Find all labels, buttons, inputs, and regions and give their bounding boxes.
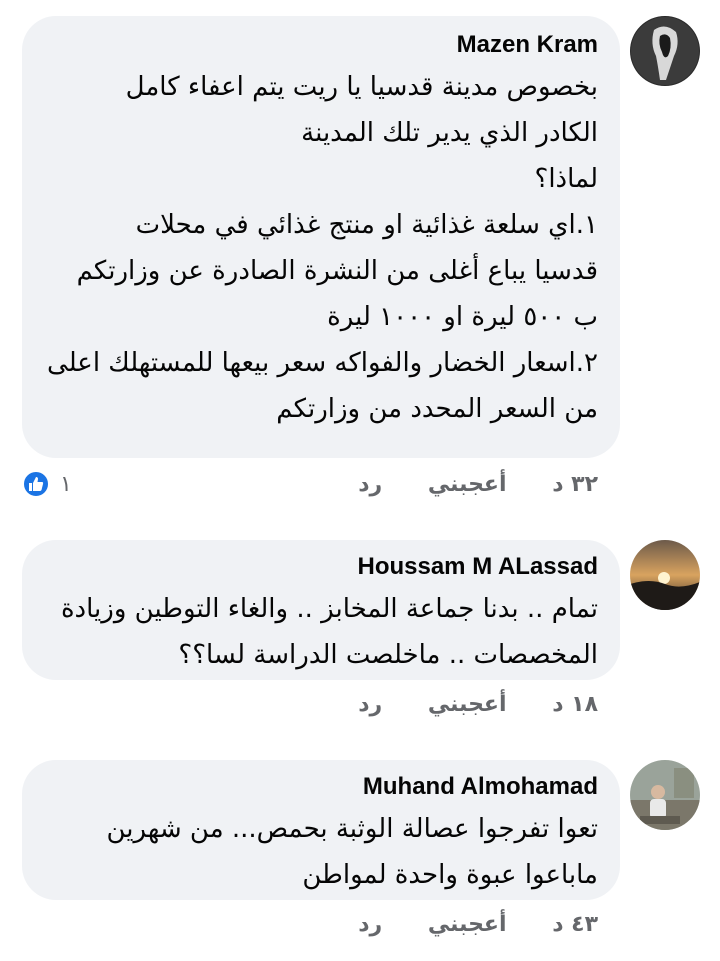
reply-button[interactable]: رد — [358, 692, 382, 717]
like-button[interactable]: أعجبني — [428, 472, 507, 497]
like-reaction-icon — [22, 470, 50, 498]
comment-actions: ٤٣ د أعجبني رد — [320, 912, 598, 937]
reaction-count: ١ — [60, 471, 72, 497]
comment-time[interactable]: ٣٢ د — [552, 472, 598, 497]
reply-button[interactable]: رد — [358, 912, 382, 937]
reaction-summary[interactable]: ١ — [22, 470, 72, 498]
avatar[interactable] — [630, 760, 700, 830]
comment-2: Houssam M ALassad تمام .. بدنا جماعة الم… — [0, 540, 720, 740]
comment-text: تمام .. بدنا جماعة المخابز .. والغاء الت… — [60, 594, 598, 670]
like-button[interactable]: أعجبني — [428, 692, 507, 717]
like-button[interactable]: أعجبني — [428, 912, 507, 937]
comment-1: Mazen Kram بخصوص مدينة قدسيا يا ريت يتم … — [0, 0, 720, 520]
comment-time[interactable]: ٤٣ د — [552, 912, 598, 937]
comment-bubble: Muhand Almohamad تعوا تفرجوا عصالة الوثب… — [22, 760, 620, 900]
comment-bubble: Houssam M ALassad تمام .. بدنا جماعة الم… — [22, 540, 620, 680]
comment-bubble: Mazen Kram بخصوص مدينة قدسيا يا ريت يتم … — [22, 16, 620, 458]
avatar[interactable] — [630, 540, 700, 610]
comment-text: تعوا تفرجوا عصالة الوثبة بحمص... من شهري… — [106, 814, 599, 890]
comment-author[interactable]: Mazen Kram — [44, 30, 598, 60]
comment-author[interactable]: Houssam M ALassad — [44, 552, 598, 582]
comment-actions: ١٨ د أعجبني رد — [320, 692, 598, 717]
comment-text: بخصوص مدينة قدسيا يا ريت يتم اعفاء كامل … — [47, 72, 598, 424]
user-avatar-dark-icon — [630, 16, 700, 86]
comment-author[interactable]: Muhand Almohamad — [44, 772, 598, 802]
avatar[interactable] — [630, 16, 700, 86]
comment-3: Muhand Almohamad تعوا تفرجوا عصالة الوثب… — [0, 760, 720, 960]
comment-time[interactable]: ١٨ د — [552, 692, 598, 717]
comment-actions: ٣٢ د أعجبني رد — [320, 472, 598, 497]
reply-button[interactable]: رد — [358, 472, 382, 497]
user-avatar-outdoor-icon — [630, 760, 700, 830]
user-avatar-sunset-icon — [630, 540, 700, 610]
